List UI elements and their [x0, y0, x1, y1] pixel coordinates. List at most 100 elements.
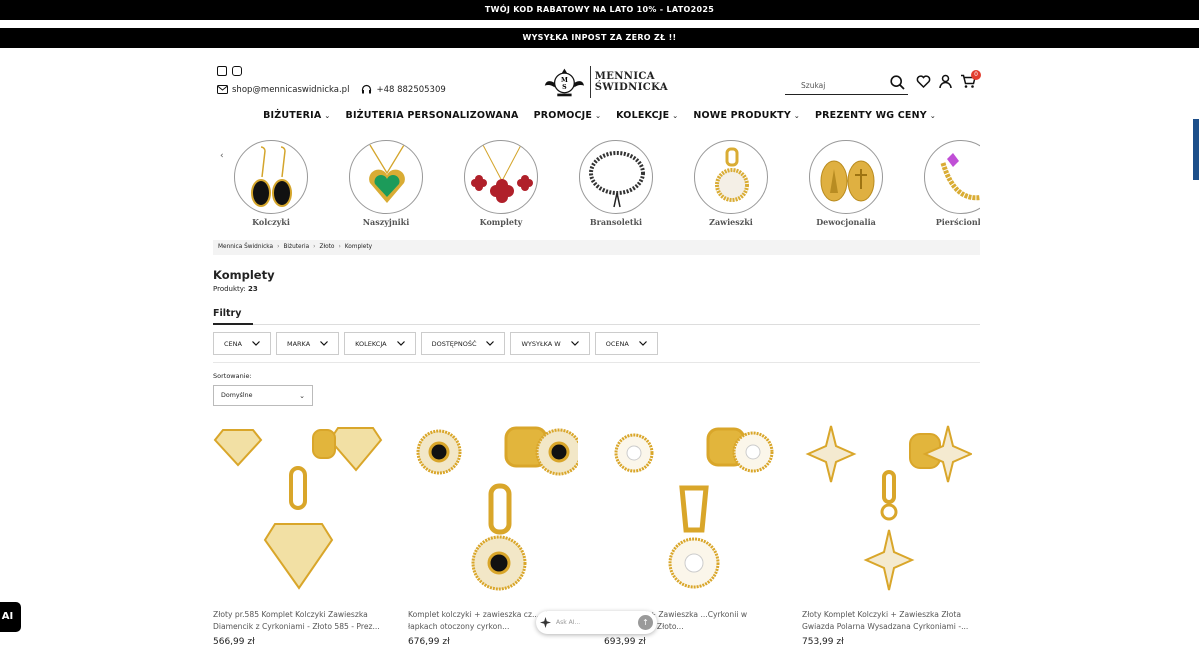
- filter-button-2[interactable]: KOLEKCJA: [344, 332, 416, 355]
- chevron-down-icon: [396, 340, 405, 348]
- breadcrumb-bizuteria[interactable]: Biżuteria: [283, 244, 309, 250]
- sort-label: Sortowanie:: [213, 372, 252, 380]
- category-image: [464, 140, 538, 214]
- sort-select[interactable]: Domyślne ⌄: [213, 385, 313, 406]
- nav-item-label: PROMOCJE: [533, 110, 593, 121]
- contact-info: shop@mennicaswidnicka.pl +48 882505309: [217, 84, 446, 95]
- product-card[interactable]: Złoty pr.585 Komplet Kolczyki Zawieszka …: [213, 420, 383, 647]
- phone-link[interactable]: +48 882505309: [361, 84, 446, 95]
- product-title[interactable]: Złoty pr.585 Komplet Kolczyki Zawieszka …: [213, 609, 383, 633]
- send-arrow-icon[interactable]: ↑: [638, 615, 653, 630]
- product-count-value: 23: [248, 285, 258, 293]
- product-title[interactable]: Złoty Komplet Kolczyki + Zawieszka Złota…: [802, 609, 972, 633]
- product-price: 566,99 zł: [213, 637, 255, 647]
- category-carousel: Kolczyki Naszyjniki Komplety Bransoletki…: [213, 138, 980, 232]
- promo-bar: TWÓJ KOD RABATOWY NA LATO 10% - LATO2025: [0, 0, 1199, 20]
- chevron-down-icon: [252, 340, 260, 348]
- product-card[interactable]: Złoty Komplet Kolczyki + Zawieszka Złota…: [802, 420, 974, 647]
- product-image[interactable]: [604, 420, 774, 595]
- ai-side-button[interactable]: AI: [0, 602, 21, 632]
- filters-title[interactable]: Filtry: [213, 308, 241, 319]
- mail-icon: [217, 85, 228, 94]
- heart-icon[interactable]: [916, 74, 931, 89]
- cart-button[interactable]: 0: [960, 70, 981, 93]
- product-image[interactable]: [408, 420, 583, 595]
- category-image: [694, 140, 768, 214]
- filter-button-0[interactable]: CENA: [213, 332, 271, 355]
- category-komplety[interactable]: Komplety: [462, 140, 540, 227]
- product-image[interactable]: [213, 420, 383, 595]
- nav-item-4[interactable]: NOWE PRODUKTY ⌄: [686, 110, 808, 121]
- category-naszyjniki[interactable]: Naszyjniki: [347, 140, 425, 227]
- product-image[interactable]: [802, 420, 974, 595]
- chevron-down-icon: ⌄: [793, 111, 800, 120]
- chevron-right-icon: ›: [338, 244, 341, 250]
- filter-label: WYSYŁKA W: [521, 339, 561, 348]
- nav-item-label: KOLEKCJE: [616, 110, 670, 121]
- search-box: [785, 73, 908, 95]
- nav-item-3[interactable]: KOLEKCJE ⌄: [609, 110, 686, 121]
- category-label: Dewocjonalia: [816, 217, 876, 227]
- chevron-right-icon: ›: [313, 244, 316, 250]
- ask-ai-widget[interactable]: Ask AI... ↑: [536, 611, 657, 634]
- search-icon[interactable]: [890, 75, 905, 90]
- facebook-icon[interactable]: [217, 66, 227, 76]
- product-count: Produkty: 23: [213, 285, 258, 293]
- logo-line2: ŚWIDNICKA: [594, 82, 668, 93]
- category-label: Bransoletki: [589, 217, 643, 227]
- site-logo[interactable]: M S MENNICA ŚWIDNICKA: [543, 64, 668, 100]
- product-price: 693,99 zł: [604, 637, 646, 647]
- category-image: [924, 140, 980, 214]
- nav-item-0[interactable]: BIŻUTERIA ⌄: [256, 110, 338, 121]
- nav-item-label: BIŻUTERIA PERSONALIZOWANA: [345, 110, 519, 121]
- breadcrumb-current: Komplety: [344, 244, 373, 250]
- header-actions: 0: [916, 70, 981, 93]
- category-image: [349, 140, 423, 214]
- sparkle-icon: [540, 617, 551, 628]
- shipping-text: WYSYŁKA INPOST ZA ZERO ZŁ !!: [522, 33, 677, 42]
- chevron-down-icon: [570, 340, 579, 348]
- side-tab[interactable]: [1193, 119, 1199, 180]
- category-label: Zawieszki: [709, 217, 753, 227]
- nav-item-label: PREZENTY WG CENY: [815, 110, 927, 121]
- filter-button-4[interactable]: WYSYŁKA W: [510, 332, 590, 355]
- user-icon[interactable]: [938, 74, 953, 89]
- filter-button-5[interactable]: OCENA: [594, 332, 658, 355]
- category-image: [234, 140, 308, 214]
- nav-item-2[interactable]: PROMOCJE ⌄: [526, 110, 609, 121]
- filters-bottom-divider: [213, 362, 980, 363]
- category-label: Naszyjniki: [362, 217, 410, 227]
- category-label: Kolczyki: [252, 217, 290, 227]
- filter-label: KOLEKCJA: [355, 339, 387, 348]
- chevron-down-icon: [486, 340, 495, 348]
- category-pierscionki[interactable]: Pierścionki: [922, 140, 980, 227]
- email-link[interactable]: shop@mennicaswidnicka.pl: [217, 85, 349, 95]
- search-input[interactable]: [785, 77, 880, 90]
- shipping-bar: WYSYŁKA INPOST ZA ZERO ZŁ !!: [0, 28, 1199, 48]
- nav-item-1[interactable]: BIŻUTERIA PERSONALIZOWANA: [338, 110, 526, 121]
- headset-icon: [362, 84, 372, 94]
- nav-item-5[interactable]: PREZENTY WG CENY ⌄: [808, 110, 944, 121]
- main-nav: BIŻUTERIA ⌄ BIŻUTERIA PERSONALIZOWANA PROMO…: [0, 110, 1199, 121]
- filter-label: MARKA: [286, 339, 311, 348]
- category-bransoletki[interactable]: Bransoletki: [577, 140, 655, 227]
- svg-text:M: M: [561, 77, 568, 84]
- instagram-icon[interactable]: [232, 66, 242, 76]
- filter-button-3[interactable]: DOSTĘPNOŚĆ: [420, 332, 506, 355]
- email-text: shop@mennicaswidnicka.pl: [232, 84, 350, 95]
- svg-text:S: S: [562, 84, 567, 91]
- filter-label: OCENA: [605, 339, 629, 348]
- nav-item-label: BIŻUTERIA: [263, 110, 322, 121]
- filters-divider: [213, 324, 980, 325]
- category-zawieszki[interactable]: Zawieszki: [692, 140, 770, 227]
- product-count-label: Produkty:: [213, 285, 246, 293]
- promo-text: TWÓJ KOD RABATOWY NA LATO 10% - LATO2025: [484, 5, 715, 14]
- filter-bar: CENA MARKA KOLEKCJA DOSTĘPNOŚĆ WYSYŁKA W OCEN…: [213, 332, 658, 355]
- category-dewocjonalia[interactable]: Dewocjonalia: [807, 140, 885, 227]
- filter-button-1[interactable]: MARKA: [275, 332, 340, 355]
- category-kolczyki[interactable]: Kolczyki: [232, 140, 310, 227]
- logo-line1: MENNICA: [594, 71, 655, 82]
- breadcrumb-home[interactable]: Mennica Świdnicka: [218, 244, 273, 250]
- breadcrumb-zloto[interactable]: Złoto: [319, 244, 334, 250]
- category-image: [809, 140, 883, 214]
